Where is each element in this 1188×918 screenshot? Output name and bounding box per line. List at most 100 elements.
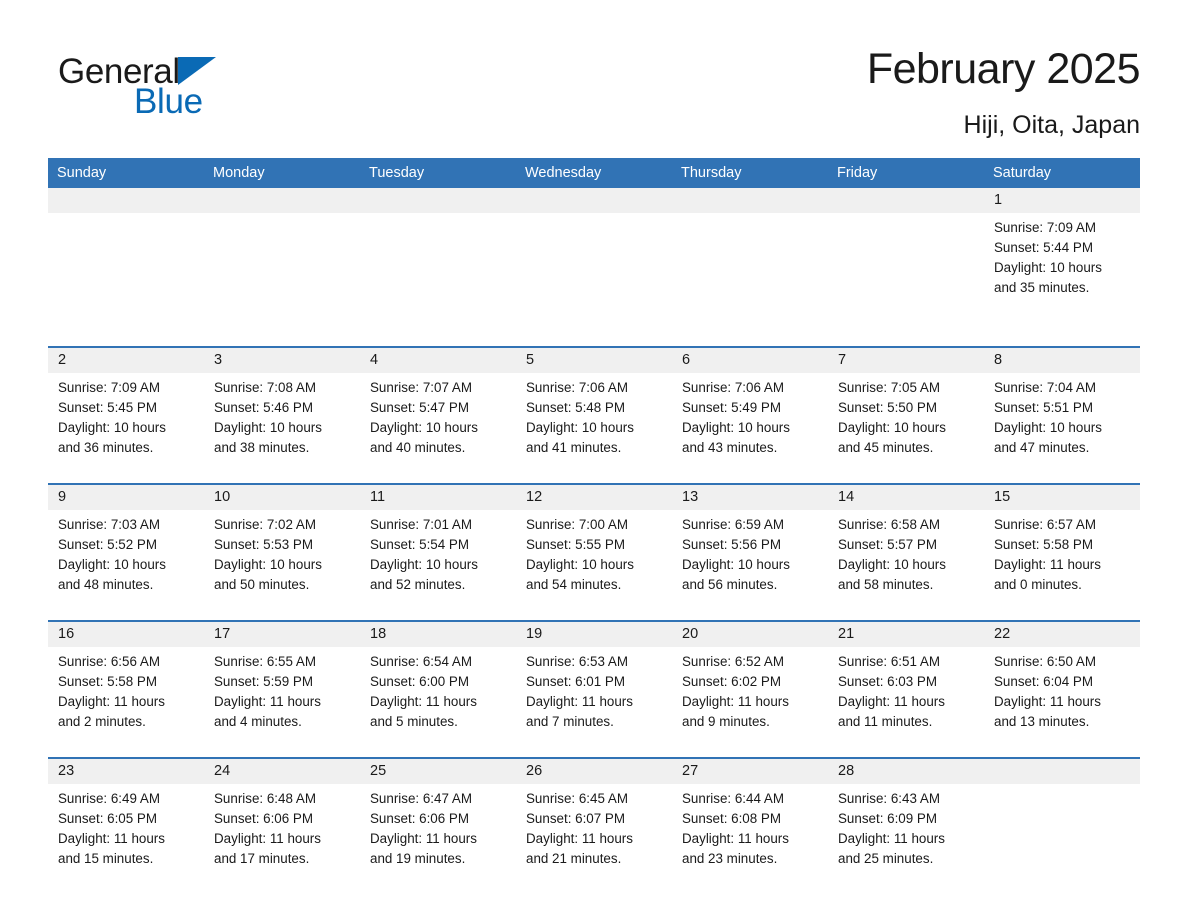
day-cell-9[interactable]: Sunrise: 7:03 AM Sunset: 5:52 PM Daylight:…	[48, 510, 204, 620]
daylight-text: and 13 minutes.	[994, 714, 1090, 729]
weekday-header-saturday: Saturday	[993, 165, 1052, 181]
day-cell-empty	[360, 213, 516, 346]
day-number-19[interactable]: 19	[516, 622, 672, 647]
daylight-text: and 25 minutes.	[838, 851, 934, 866]
day-number-3[interactable]: 3	[204, 348, 360, 373]
day-cell-15[interactable]: Sunrise: 6:57 AM Sunset: 5:58 PM Daylight:…	[984, 510, 1140, 620]
day-number-16[interactable]: 16	[48, 622, 204, 647]
day-cell-6[interactable]: Sunrise: 7:06 AM Sunset: 5:49 PM Daylight:…	[672, 373, 828, 483]
day-number-28[interactable]: 28	[828, 759, 984, 784]
sunrise-text: Sunrise: 7:08 AM	[214, 380, 316, 395]
day-number-11[interactable]: 11	[360, 485, 516, 510]
calendar-page: General Blue February 2025 Hiji, Oita, J…	[0, 0, 1188, 918]
day-cell-28[interactable]: Sunrise: 6:43 AM Sunset: 6:09 PM Daylight:…	[828, 784, 984, 896]
weekday-header-sunday: Sunday	[57, 165, 107, 181]
day-number-27[interactable]: 27	[672, 759, 828, 784]
day-number-4[interactable]: 4	[360, 348, 516, 373]
day-cell-1[interactable]: Sunrise: 7:09 AM Sunset: 5:44 PM Daylight:…	[984, 213, 1140, 346]
day-number-14[interactable]: 14	[828, 485, 984, 510]
daylight-text: and 52 minutes.	[370, 577, 466, 592]
daylight-text: and 45 minutes.	[838, 440, 934, 455]
daylight-text: Daylight: 10 hours	[58, 420, 166, 435]
day-cell-20[interactable]: Sunrise: 6:52 AM Sunset: 6:02 PM Daylight:…	[672, 647, 828, 757]
daylight-text: and 7 minutes.	[526, 714, 614, 729]
sunrise-text: Sunrise: 6:45 AM	[526, 791, 628, 806]
day-number-12[interactable]: 12	[516, 485, 672, 510]
daylight-text: and 4 minutes.	[214, 714, 302, 729]
daylight-text: and 21 minutes.	[526, 851, 622, 866]
sunrise-text: Sunrise: 6:52 AM	[682, 654, 784, 669]
daylight-text: Daylight: 11 hours	[370, 831, 477, 846]
calendar-week-row: 2 3 4 5 6 7 8 Sunrise: 7:09 AM Sunset: 5:45 PM Da…	[48, 346, 1140, 483]
day-cell-14[interactable]: Sunrise: 6:58 AM Sunset: 5:57 PM Daylight:…	[828, 510, 984, 620]
day-number-13[interactable]: 13	[672, 485, 828, 510]
sunset-text: Sunset: 6:04 PM	[994, 674, 1093, 689]
daylight-text: Daylight: 11 hours	[58, 831, 165, 846]
week-date-band: 16 17 18 19 20 21 22	[48, 622, 1140, 647]
day-cell-19[interactable]: Sunrise: 6:53 AM Sunset: 6:01 PM Daylight:…	[516, 647, 672, 757]
day-number-2[interactable]: 2	[48, 348, 204, 373]
day-number-9[interactable]: 9	[48, 485, 204, 510]
generalblue-logo: General Blue	[58, 50, 318, 136]
day-number-21[interactable]: 21	[828, 622, 984, 647]
daylight-text: Daylight: 10 hours	[838, 557, 946, 572]
sunrise-text: Sunrise: 7:04 AM	[994, 380, 1096, 395]
day-cell-8[interactable]: Sunrise: 7:04 AM Sunset: 5:51 PM Daylight:…	[984, 373, 1140, 483]
daylight-text: Daylight: 11 hours	[682, 831, 789, 846]
daylight-text: Daylight: 10 hours	[370, 420, 478, 435]
day-cell-12[interactable]: Sunrise: 7:00 AM Sunset: 5:55 PM Daylight:…	[516, 510, 672, 620]
day-cell-3[interactable]: Sunrise: 7:08 AM Sunset: 5:46 PM Daylight:…	[204, 373, 360, 483]
daylight-text: and 54 minutes.	[526, 577, 622, 592]
calendar-grid: Sunday Monday Tuesday Wednesday Thursday Frid…	[48, 158, 1140, 896]
week-detail-band: Sunrise: 6:56 AM Sunset: 5:58 PM Daylight:…	[48, 647, 1140, 757]
day-number-1[interactable]: 1	[984, 188, 1140, 213]
day-cell-2[interactable]: Sunrise: 7:09 AM Sunset: 5:45 PM Daylight:…	[48, 373, 204, 483]
day-cell-17[interactable]: Sunrise: 6:55 AM Sunset: 5:59 PM Daylight:…	[204, 647, 360, 757]
day-number-20[interactable]: 20	[672, 622, 828, 647]
day-cell-22[interactable]: Sunrise: 6:50 AM Sunset: 6:04 PM Daylight:…	[984, 647, 1140, 757]
weekday-header-row: Sunday Monday Tuesday Wednesday Thursday Frid…	[48, 158, 1140, 188]
daylight-text: and 11 minutes.	[838, 714, 933, 729]
sunrise-text: Sunrise: 7:09 AM	[994, 220, 1096, 235]
day-cell-26[interactable]: Sunrise: 6:45 AM Sunset: 6:07 PM Daylight:…	[516, 784, 672, 896]
daylight-text: and 19 minutes.	[370, 851, 466, 866]
sunset-text: Sunset: 6:03 PM	[838, 674, 937, 689]
daylight-text: Daylight: 10 hours	[214, 420, 322, 435]
day-number-7[interactable]: 7	[828, 348, 984, 373]
day-cell-4[interactable]: Sunrise: 7:07 AM Sunset: 5:47 PM Daylight:…	[360, 373, 516, 483]
day-number-23[interactable]: 23	[48, 759, 204, 784]
day-cell-27[interactable]: Sunrise: 6:44 AM Sunset: 6:08 PM Daylight:…	[672, 784, 828, 896]
sunrise-text: Sunrise: 6:54 AM	[370, 654, 472, 669]
day-cell-16[interactable]: Sunrise: 6:56 AM Sunset: 5:58 PM Daylight:…	[48, 647, 204, 757]
daylight-text: Daylight: 11 hours	[994, 694, 1101, 709]
day-cell-7[interactable]: Sunrise: 7:05 AM Sunset: 5:50 PM Daylight:…	[828, 373, 984, 483]
week-date-band: 2345678	[48, 348, 1140, 373]
day-cell-25[interactable]: Sunrise: 6:47 AM Sunset: 6:06 PM Daylight:…	[360, 784, 516, 896]
day-number-26[interactable]: 26	[516, 759, 672, 784]
day-number-24[interactable]: 24	[204, 759, 360, 784]
daylight-text: Daylight: 11 hours	[526, 831, 633, 846]
day-cell-18[interactable]: Sunrise: 6:54 AM Sunset: 6:00 PM Daylight:…	[360, 647, 516, 757]
day-cell-24[interactable]: Sunrise: 6:48 AM Sunset: 6:06 PM Daylight:…	[204, 784, 360, 896]
day-number-25[interactable]: 25	[360, 759, 516, 784]
sunset-text: Sunset: 5:50 PM	[838, 400, 937, 415]
day-cell-23[interactable]: Sunrise: 6:49 AM Sunset: 6:05 PM Daylight:…	[48, 784, 204, 896]
sunset-text: Sunset: 6:01 PM	[526, 674, 625, 689]
day-cell-21[interactable]: Sunrise: 6:51 AM Sunset: 6:03 PM Daylight:…	[828, 647, 984, 757]
sunset-text: Sunset: 6:06 PM	[214, 811, 313, 826]
daylight-text: Daylight: 11 hours	[682, 694, 789, 709]
sunset-text: Sunset: 5:58 PM	[994, 537, 1093, 552]
day-number-17[interactable]: 17	[204, 622, 360, 647]
day-number-8[interactable]: 8	[984, 348, 1140, 373]
day-number-10[interactable]: 10	[204, 485, 360, 510]
sunset-text: Sunset: 6:05 PM	[58, 811, 157, 826]
day-cell-11[interactable]: Sunrise: 7:01 AM Sunset: 5:54 PM Daylight:…	[360, 510, 516, 620]
day-cell-10[interactable]: Sunrise: 7:02 AM Sunset: 5:53 PM Daylight:…	[204, 510, 360, 620]
day-number-22[interactable]: 22	[984, 622, 1140, 647]
day-cell-5[interactable]: Sunrise: 7:06 AM Sunset: 5:48 PM Daylight:…	[516, 373, 672, 483]
day-number-18[interactable]: 18	[360, 622, 516, 647]
day-cell-13[interactable]: Sunrise: 6:59 AM Sunset: 5:56 PM Daylight:…	[672, 510, 828, 620]
day-number-6[interactable]: 6	[672, 348, 828, 373]
day-number-5[interactable]: 5	[516, 348, 672, 373]
day-number-15[interactable]: 15	[984, 485, 1140, 510]
